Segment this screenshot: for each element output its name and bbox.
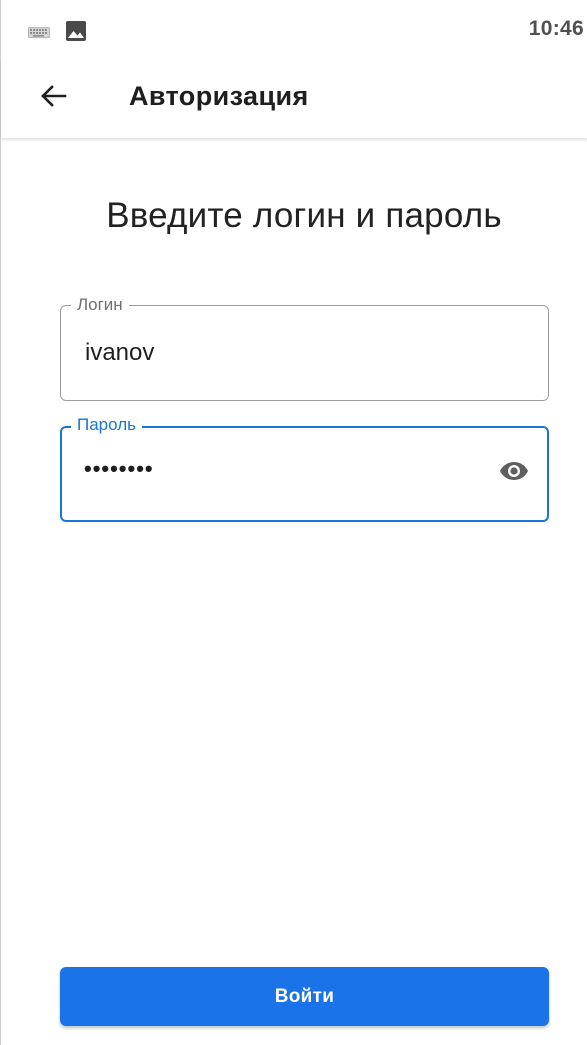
- keyboard-icon: [28, 25, 50, 38]
- page-title: Авторизация: [129, 81, 309, 111]
- back-button[interactable]: [31, 78, 75, 118]
- password-field-label: Пароль: [71, 415, 142, 435]
- eye-icon: [499, 460, 529, 487]
- status-time: 10:46: [528, 17, 584, 40]
- auth-screen: 10:46 Авторизация Введите логин и пароль…: [0, 0, 587, 1045]
- arrow-left-icon: [39, 84, 67, 113]
- password-field[interactable]: Пароль ••••••••: [60, 415, 549, 522]
- app-bar: Авторизация: [1, 58, 587, 138]
- password-field-value[interactable]: ••••••••: [84, 456, 154, 482]
- login-field-label: Логин: [71, 295, 129, 315]
- status-bar: 10:46: [1, 0, 587, 58]
- image-icon: [65, 20, 87, 42]
- form-heading: Введите логин и пароль: [106, 196, 502, 235]
- login-field-value[interactable]: ivanov: [85, 339, 154, 367]
- password-visibility-toggle[interactable]: [497, 458, 531, 488]
- login-field[interactable]: Логин ivanov: [60, 295, 549, 401]
- login-button[interactable]: Войти: [60, 967, 549, 1026]
